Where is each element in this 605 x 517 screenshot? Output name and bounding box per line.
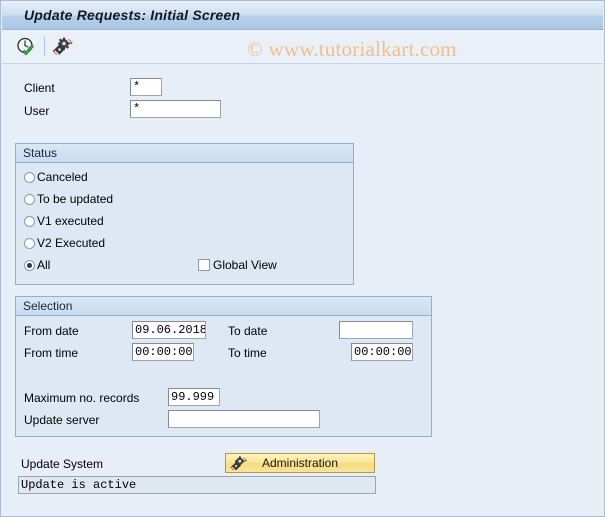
status-group: Status Canceled To be updated V1 execute… — [15, 143, 354, 285]
checkbox-global-view-label: Global View — [213, 258, 277, 272]
client-label: Client — [24, 81, 55, 95]
radio-to-be-updated-mark — [24, 194, 35, 205]
checkbox-global-view-mark — [198, 259, 210, 271]
selection-group-title: Selection — [23, 299, 73, 313]
max-records-input[interactable]: 99.999 — [168, 388, 220, 406]
status-group-header: Status — [16, 144, 353, 163]
toolbar-separator — [44, 37, 45, 56]
administration-button-label: Administration — [261, 456, 339, 470]
update-server-input[interactable] — [168, 410, 320, 428]
radio-v1-executed-label: V1 executed — [37, 214, 104, 228]
user-label: User — [24, 104, 50, 118]
to-time-label: To time — [228, 346, 267, 360]
toolbar-administration-button[interactable] — [52, 36, 74, 58]
client-input[interactable]: * — [130, 78, 162, 96]
sap-window: Update Requests: Initial Screen © www.tu… — [0, 0, 605, 517]
page-title: Update Requests: Initial Screen — [24, 7, 241, 23]
update-system-label: Update System — [21, 457, 104, 471]
execute-button[interactable] — [15, 36, 37, 58]
radio-canceled-label: Canceled — [37, 170, 88, 184]
radio-all-label: All — [37, 258, 51, 272]
administration-button[interactable]: Administration — [225, 453, 375, 473]
radio-canceled-mark — [24, 172, 35, 183]
update-server-label: Update server — [24, 413, 100, 427]
max-records-label: Maximum no. records — [24, 391, 140, 405]
radio-v2-executed-label: V2 Executed — [37, 236, 106, 250]
user-input[interactable]: * — [130, 100, 221, 118]
status-group-title: Status — [23, 146, 58, 160]
update-status-field: Update is active — [18, 476, 376, 494]
selection-group-header: Selection — [16, 297, 431, 316]
from-time-label: From time — [24, 346, 78, 360]
radio-all-mark — [24, 260, 35, 271]
gears-refresh-icon — [52, 37, 73, 55]
from-time-input[interactable]: 00:00:00 — [132, 343, 194, 361]
selection-group: Selection From date 09.06.2018 To date F… — [15, 296, 432, 437]
clock-check-icon — [17, 37, 35, 56]
radio-to-be-updated-label: To be updated — [37, 192, 114, 206]
to-date-input[interactable] — [339, 321, 413, 339]
from-date-input[interactable]: 09.06.2018 — [132, 321, 206, 339]
from-date-label: From date — [24, 324, 79, 338]
to-time-input[interactable]: 00:00:00 — [351, 343, 413, 361]
watermark-text: © www.tutorialkart.com — [247, 37, 457, 61]
to-date-label: To date — [228, 324, 268, 338]
radio-v2-executed-mark — [24, 238, 35, 249]
window-titlebar: Update Requests: Initial Screen — [2, 2, 603, 30]
radio-v1-executed-mark — [24, 216, 35, 227]
